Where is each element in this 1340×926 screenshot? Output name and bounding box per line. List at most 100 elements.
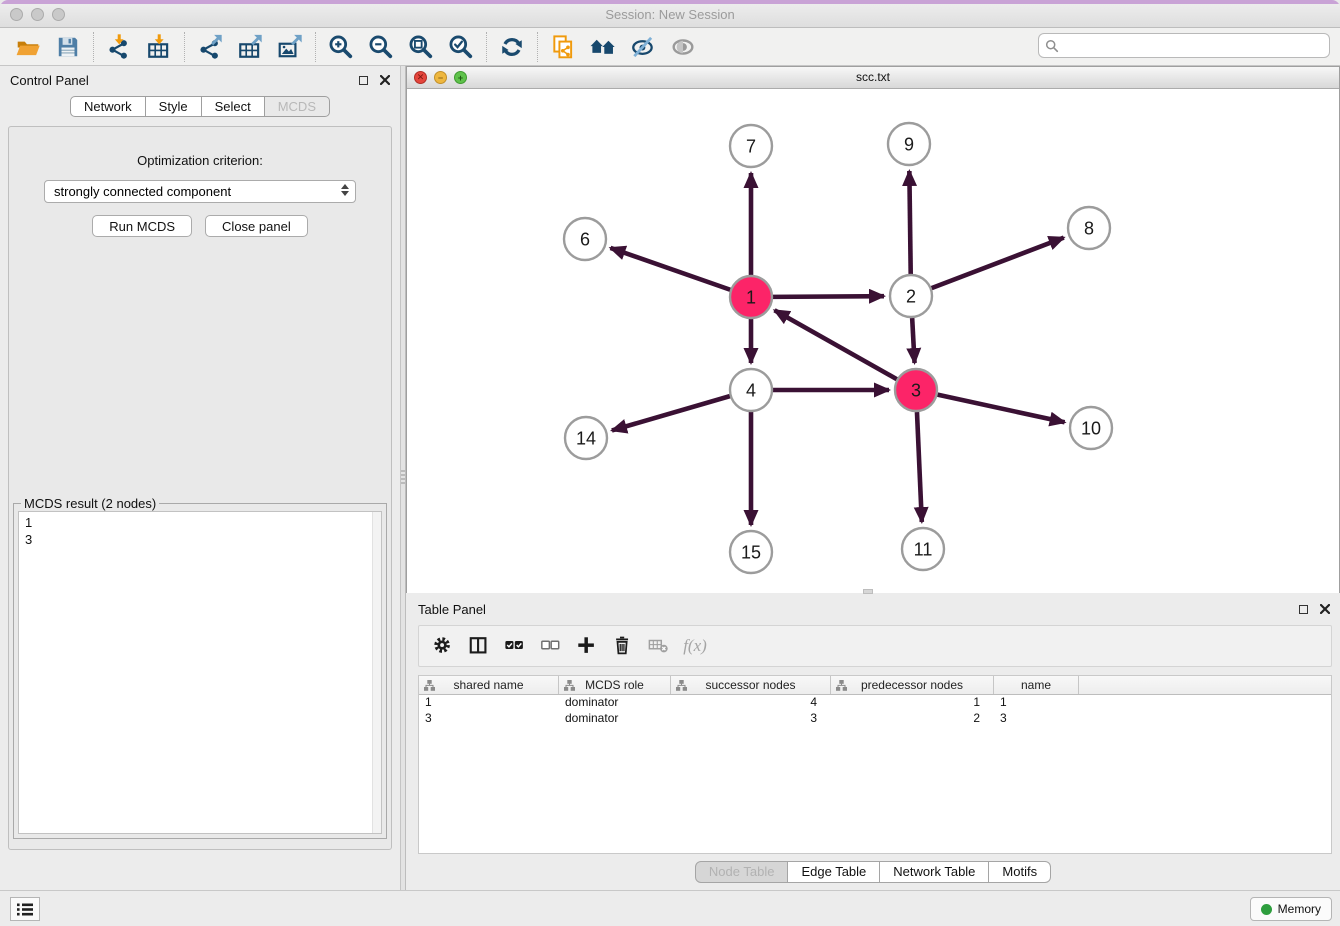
tab-style[interactable]: Style (146, 96, 202, 117)
frame-close-button[interactable]: ✕ (414, 71, 427, 84)
node-9[interactable]: 9 (888, 123, 930, 165)
splitter-grip[interactable] (401, 470, 405, 486)
float-panel-icon[interactable] (359, 76, 368, 85)
network-overview-button[interactable] (583, 31, 623, 63)
node-6[interactable]: 6 (564, 218, 606, 260)
tab-select[interactable]: Select (202, 96, 265, 117)
tab-network[interactable]: Network (70, 96, 146, 117)
node-4[interactable]: 4 (730, 369, 772, 411)
import-table-button[interactable] (139, 31, 179, 63)
import-network-button[interactable] (99, 31, 139, 63)
zoom-fit-button[interactable] (401, 31, 441, 63)
table-cell: 1 (994, 695, 1079, 711)
column-type-icon (424, 680, 435, 691)
edge-4-14[interactable] (612, 396, 730, 430)
delete-table-button[interactable] (645, 632, 673, 660)
tab-motifs[interactable]: Motifs (989, 861, 1051, 883)
select-all-button[interactable] (501, 632, 529, 660)
zoom-selected-button[interactable] (441, 31, 481, 63)
toggle-column-panel-button[interactable] (465, 632, 493, 660)
hide-graphics-details-button[interactable] (623, 31, 663, 63)
edge-2-3[interactable] (912, 318, 914, 363)
settings-gear-button[interactable] (429, 632, 457, 660)
node-8[interactable]: 8 (1068, 207, 1110, 249)
zoom-fit-icon (408, 34, 434, 60)
control-panel-header: Control Panel (0, 66, 400, 94)
edge-2-8[interactable] (932, 238, 1064, 289)
edge-2-9[interactable] (909, 171, 910, 274)
status-bar: Memory (0, 890, 1340, 926)
table-close-panel-icon[interactable] (1320, 604, 1330, 614)
close-panel-icon[interactable] (380, 75, 390, 85)
column-header-successor-nodes[interactable]: successor nodes (671, 676, 831, 694)
edge-1-6[interactable] (610, 248, 730, 290)
main-toolbar (0, 28, 1340, 66)
node-1[interactable]: 1 (730, 276, 772, 318)
svg-text:9: 9 (904, 134, 914, 154)
svg-text:6: 6 (580, 229, 590, 249)
criterion-selected-value: strongly connected component (54, 184, 231, 199)
node-3[interactable]: 3 (895, 369, 937, 411)
network-canvas[interactable]: 7 9 6 8 1 2 4 3 14 10 15 11 (407, 89, 1339, 593)
table-cell: 3 (671, 711, 831, 727)
table-float-panel-icon[interactable] (1299, 605, 1308, 614)
result-scrollbar[interactable] (372, 512, 381, 833)
open-session-button[interactable] (8, 31, 48, 63)
node-2[interactable]: 2 (890, 275, 932, 317)
export-image-icon (277, 34, 303, 60)
tab-edge-table[interactable]: Edge Table (788, 861, 880, 883)
export-network-button[interactable] (190, 31, 230, 63)
column-header-name[interactable]: name (994, 676, 1079, 694)
table-row[interactable]: 3dominator323 (419, 711, 1331, 727)
function-builder-button[interactable]: f(x) (681, 632, 709, 660)
task-history-button[interactable] (10, 897, 40, 921)
export-table-icon (237, 34, 263, 60)
node-14[interactable]: 14 (565, 417, 607, 459)
zoom-out-button[interactable] (361, 31, 401, 63)
column-header-predecessor-nodes[interactable]: predecessor nodes (831, 676, 994, 694)
node-10[interactable]: 10 (1070, 407, 1112, 449)
edge-3-1[interactable] (775, 310, 897, 379)
toolbar-separator (486, 32, 487, 62)
export-image-button[interactable] (270, 31, 310, 63)
node-7[interactable]: 7 (730, 125, 772, 167)
tab-node-table[interactable]: Node Table (695, 861, 789, 883)
save-session-button[interactable] (48, 31, 88, 63)
node-11[interactable]: 11 (902, 528, 944, 570)
table-row[interactable]: 1dominator411 (419, 695, 1331, 711)
edge-3-10[interactable] (937, 395, 1064, 423)
tab-mcds[interactable]: MCDS (265, 96, 330, 117)
frame-minimize-button[interactable]: − (434, 71, 447, 84)
duplicate-network-button[interactable] (543, 31, 583, 63)
delete-column-button[interactable] (609, 632, 637, 660)
edge-3-11[interactable] (917, 412, 922, 522)
toolbar-separator (93, 32, 94, 62)
search-input[interactable] (1059, 36, 1329, 56)
network-frame-titlebar[interactable]: ✕ − + scc.txt (407, 67, 1339, 89)
zoom-in-button[interactable] (321, 31, 361, 63)
table-panel-header: Table Panel (406, 595, 1340, 623)
mcds-result-textarea[interactable]: 13 (18, 511, 382, 834)
column-header-shared-name[interactable]: shared name (419, 676, 559, 694)
edge-1-2[interactable] (773, 296, 884, 297)
node-15[interactable]: 15 (730, 531, 772, 573)
frame-maximize-button[interactable]: + (454, 71, 467, 84)
add-column-button[interactable] (573, 632, 601, 660)
list-icon (16, 902, 34, 917)
optimization-criterion-label: Optimization criterion: (9, 153, 391, 168)
tab-network-table[interactable]: Network Table (880, 861, 989, 883)
refresh-layout-button[interactable] (492, 31, 532, 63)
horizontal-splitter-grip[interactable] (863, 589, 873, 594)
search-box[interactable] (1038, 33, 1330, 58)
memory-button[interactable]: Memory (1250, 897, 1332, 921)
show-graphics-details-button[interactable] (663, 31, 703, 63)
mcds-result-lines: 13 (19, 512, 381, 548)
column-header-MCDS-role[interactable]: MCDS role (559, 676, 671, 694)
titlebar: Session: New Session (0, 0, 1340, 28)
run-mcds-button[interactable]: Run MCDS (92, 215, 192, 237)
export-table-button[interactable] (230, 31, 270, 63)
optimization-criterion-select[interactable]: strongly connected component (44, 180, 356, 203)
close-panel-button[interactable]: Close panel (205, 215, 308, 237)
deselect-all-button[interactable] (537, 632, 565, 660)
toolbar-separator (315, 32, 316, 62)
